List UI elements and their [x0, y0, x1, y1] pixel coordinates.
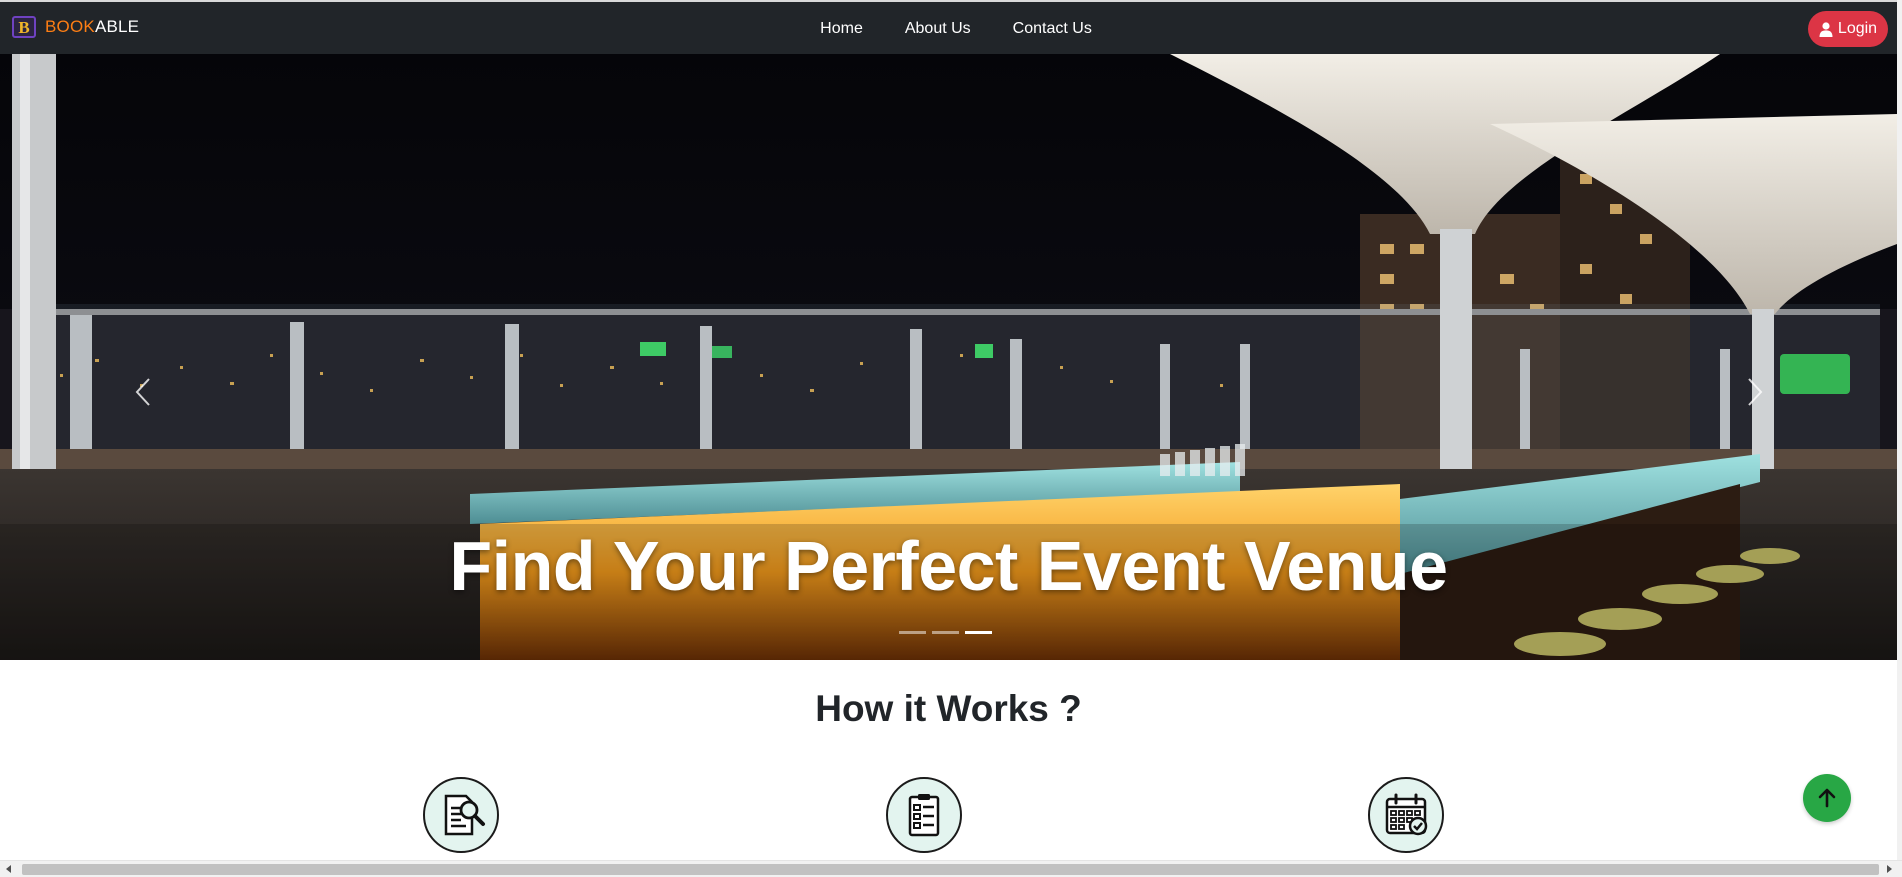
- step-checklist-icon-circle: [886, 777, 962, 853]
- login-label: Login: [1837, 20, 1878, 37]
- scroll-right-arrow-icon[interactable]: [1887, 865, 1892, 873]
- carousel-prev-button[interactable]: [128, 372, 158, 412]
- horizontal-scrollbar[interactable]: [0, 860, 1902, 877]
- navbar: B BOOKABLE Home About Us Contact Us Logi…: [0, 2, 1897, 54]
- document-search-icon: [444, 794, 485, 836]
- nav-link-home[interactable]: Home: [820, 20, 863, 38]
- carousel-indicator-1[interactable]: [899, 631, 926, 634]
- nav-link-about-us[interactable]: About Us: [905, 20, 971, 38]
- scroll-left-arrow-icon[interactable]: [6, 865, 11, 873]
- page: B BOOKABLE Home About Us Contact Us Logi…: [0, 0, 1902, 877]
- arrow-up-icon: [1818, 788, 1836, 808]
- chevron-right-icon: [1748, 378, 1763, 406]
- step-calendar-icon-circle: [1368, 777, 1444, 853]
- hero-title: Find Your Perfect Event Venue: [449, 527, 1448, 605]
- nav-link-contact-us[interactable]: Contact Us: [1013, 20, 1092, 38]
- scroll-to-top-button[interactable]: [1803, 774, 1851, 822]
- login-button[interactable]: Login: [1808, 11, 1888, 47]
- chevron-left-icon: [135, 378, 150, 406]
- carousel-indicators: [899, 631, 992, 634]
- calendar-check-icon: [1385, 793, 1428, 836]
- vertical-scrollbar[interactable]: [1897, 0, 1902, 860]
- horizontal-scrollbar-thumb[interactable]: [22, 864, 1879, 875]
- carousel-indicator-3[interactable]: [965, 631, 992, 634]
- step-search-icon-circle: [423, 777, 499, 853]
- carousel-indicator-2[interactable]: [932, 631, 959, 634]
- nav-links: Home About Us Contact Us: [0, 20, 1897, 38]
- clipboard-checklist-icon: [908, 794, 940, 837]
- hero-carousel: Find Your Perfect Event Venue: [0, 54, 1897, 660]
- carousel-next-button[interactable]: [1740, 372, 1770, 412]
- how-it-works-title: How it Works ?: [815, 688, 1082, 729]
- user-icon: [1819, 21, 1833, 37]
